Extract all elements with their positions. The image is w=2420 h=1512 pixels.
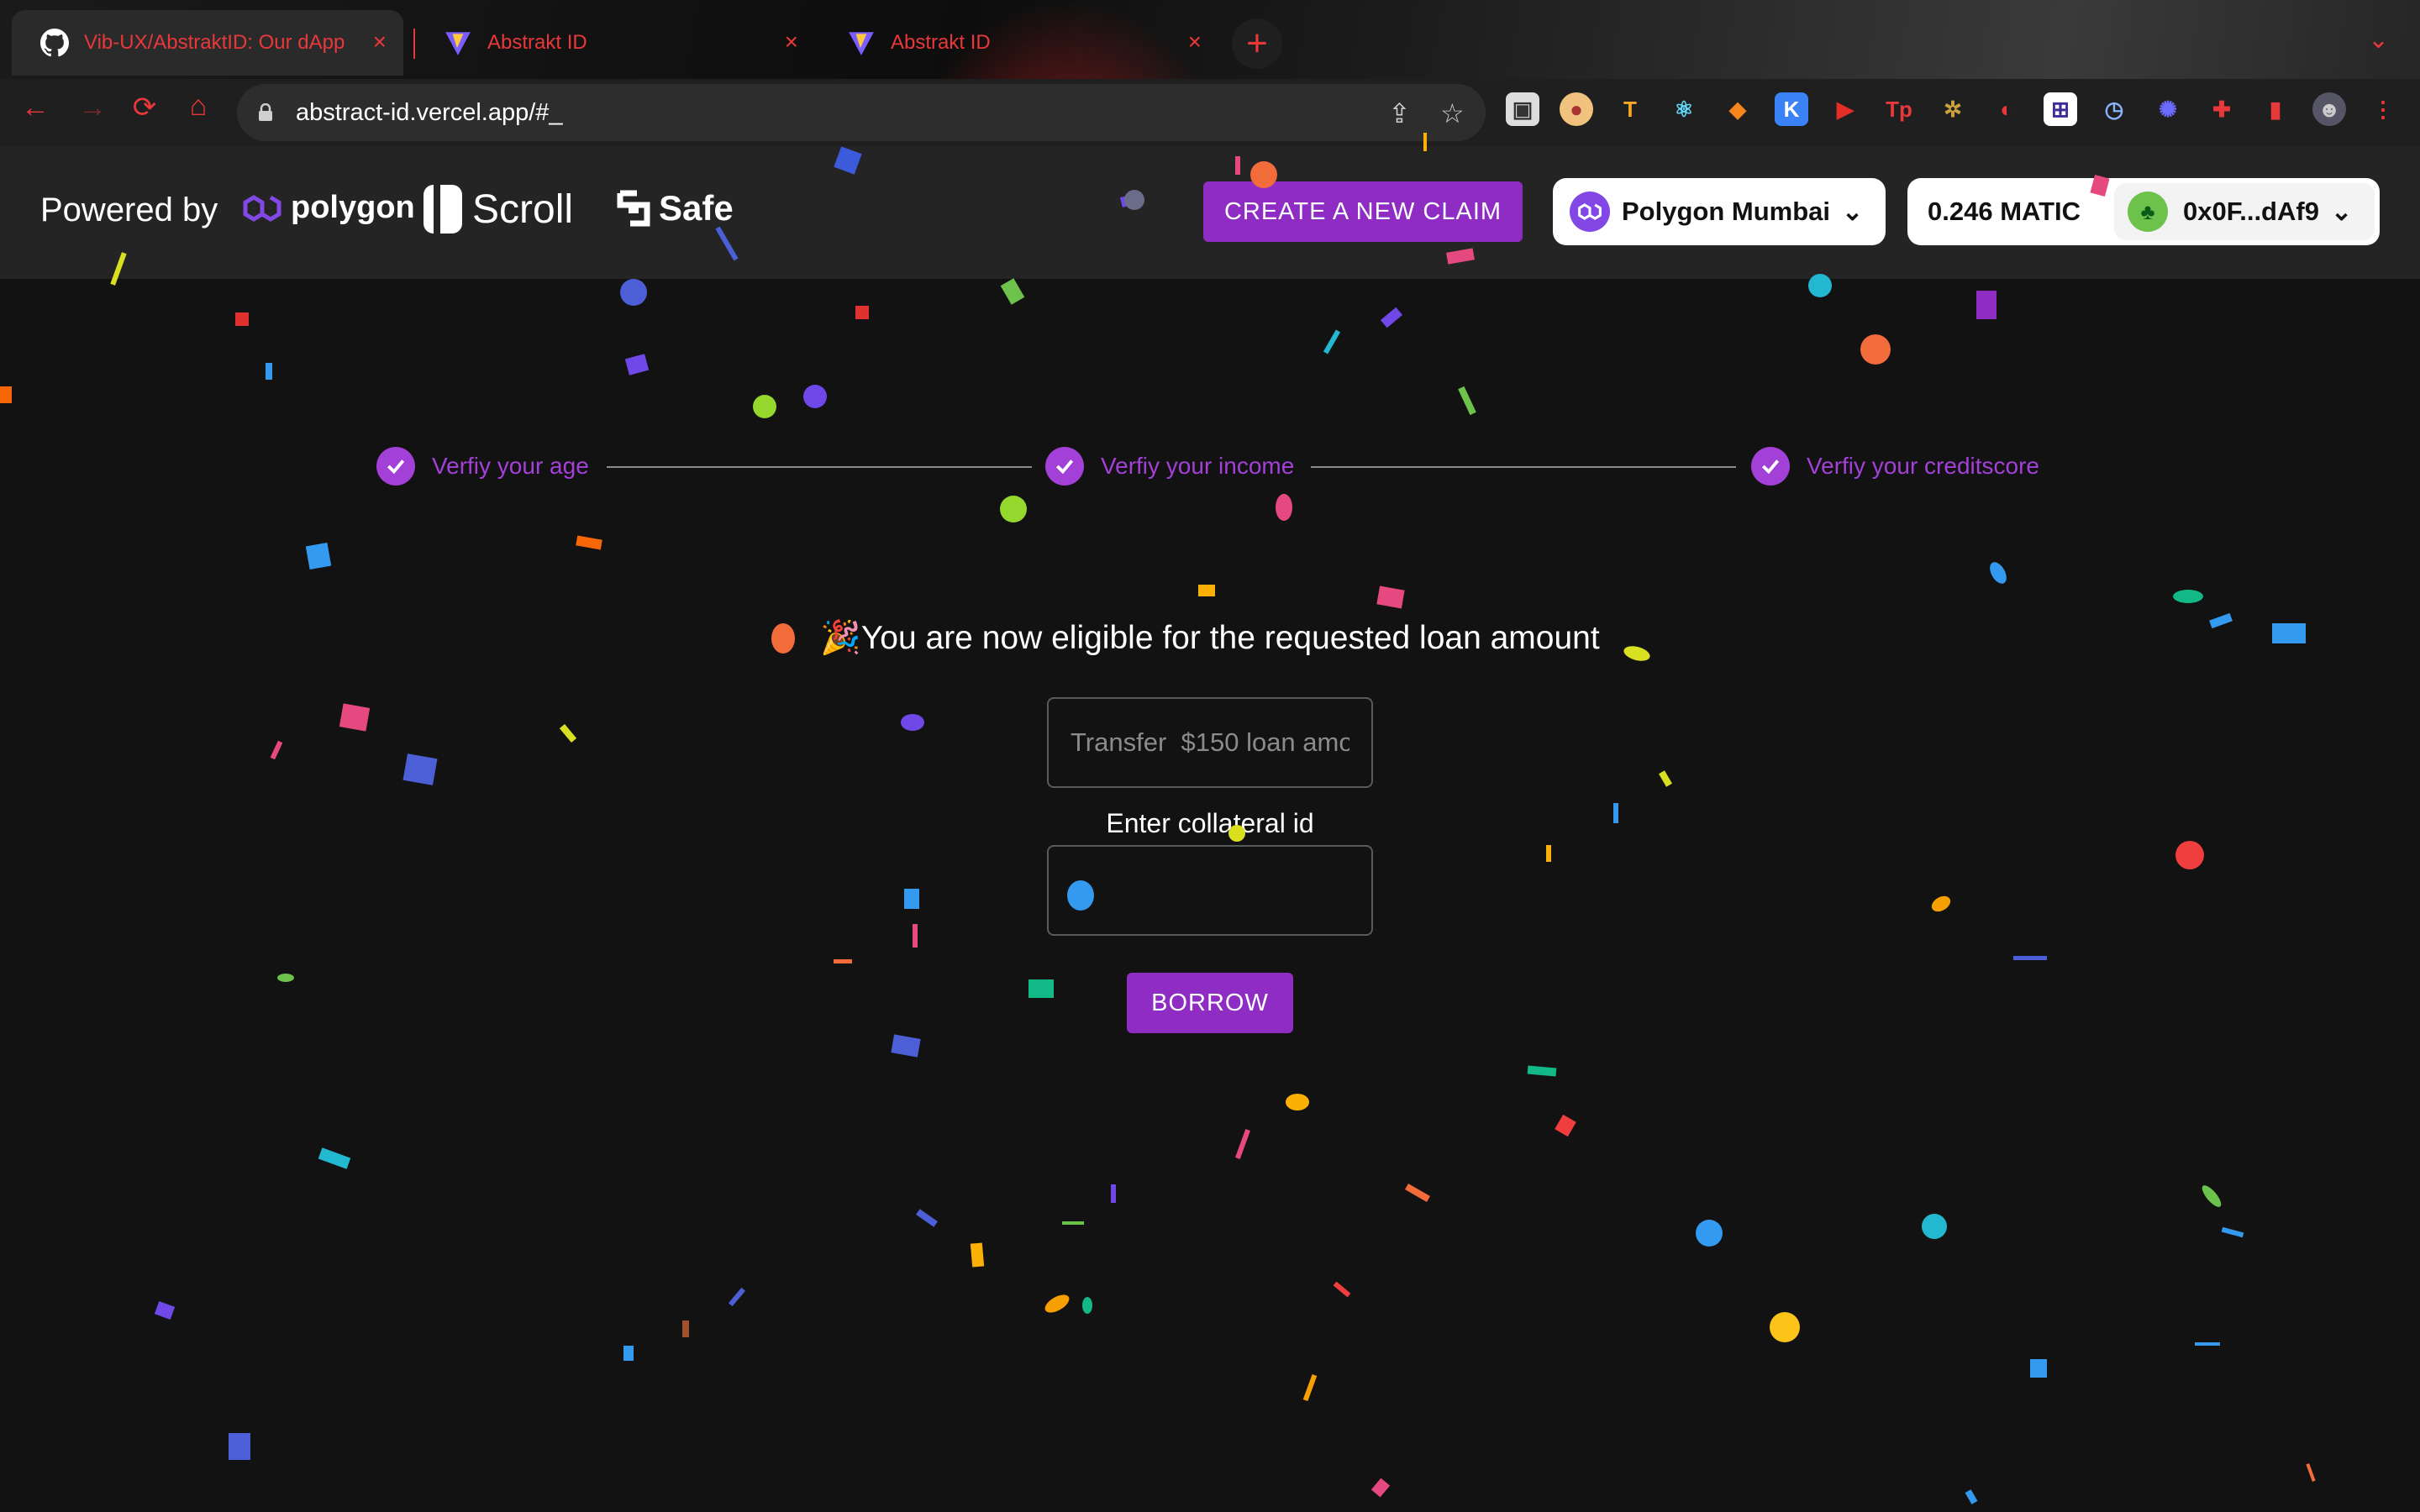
collateral-label: Enter collateral id — [1106, 808, 1314, 838]
scroll-icon — [424, 185, 462, 234]
safe-logo: Safe — [615, 188, 734, 228]
check-icon — [1751, 447, 1790, 486]
lock-icon — [259, 103, 272, 121]
tab-search-chevron-icon[interactable]: ⌄ — [2368, 25, 2389, 55]
extension-youtube-icon[interactable]: ▶ — [1828, 92, 1862, 126]
vite-icon — [847, 29, 876, 57]
polygon-network-icon — [1570, 192, 1610, 232]
extension-tp-icon[interactable]: Tp — [1882, 92, 1916, 126]
url-text: abstract-id.vercel.app/#_ — [296, 98, 563, 126]
collateral-id-field[interactable] — [1047, 845, 1373, 936]
account-avatar: ♣ — [2128, 192, 2168, 232]
scroll-wordmark: Scroll — [472, 186, 574, 232]
safe-wordmark: Safe — [659, 188, 734, 228]
react-devtools-icon[interactable]: ⚛ — [1667, 92, 1701, 126]
browser-menu-icon[interactable]: ⋮ — [2366, 92, 2400, 126]
address-bar[interactable]: abstract-id.vercel.app/#_ ⇪ ☆ — [237, 84, 1486, 141]
polygon-wordmark: polygon — [291, 190, 415, 225]
browser-tab-abstrakt-1[interactable]: Abstrakt ID × — [415, 10, 815, 76]
step-connector — [1311, 466, 1736, 468]
chevron-down-icon: ⌄ — [2330, 197, 2353, 226]
bookmark-star-icon[interactable]: ☆ — [1440, 97, 1465, 129]
step-label: Verfiy your income — [1101, 453, 1295, 479]
extension-darkmode-icon[interactable]: ◐ — [1990, 92, 2023, 126]
step-verify-creditscore: Verfiy your creditscore — [1751, 447, 2039, 486]
chevron-down-icon: ⌄ — [1842, 197, 1864, 226]
polygon-icon — [243, 194, 281, 222]
profile-avatar-icon[interactable]: ☻ — [2312, 92, 2346, 126]
close-tab-icon[interactable]: × — [373, 29, 387, 55]
loan-amount-field[interactable] — [1047, 697, 1373, 788]
extension-bug-icon[interactable]: ✲ — [1936, 92, 1970, 126]
close-tab-icon[interactable]: × — [1188, 29, 1202, 55]
tab-title: Abstrakt ID — [487, 31, 587, 54]
step-connector — [607, 466, 1032, 468]
extension-pill-icon[interactable]: ● — [1560, 92, 1593, 126]
tab-title: Abstrakt ID — [891, 31, 991, 54]
headline-text: You are now eligible for the requested l… — [860, 620, 1600, 656]
tab-title: Vib-UX/AbstraktID: Our dApp — [84, 31, 345, 54]
home-icon[interactable]: ⌂ — [180, 87, 217, 124]
app-header: Powered by polygon Scroll Safe CREATE A … — [0, 146, 2420, 279]
step-verify-income: Verfiy your income — [1045, 447, 1294, 486]
extensions-puzzle-icon[interactable]: ✚ — [2205, 92, 2238, 126]
account-address: 0x0F...dAf9 — [2183, 197, 2319, 226]
browser-tab-abstrakt-2[interactable]: Abstrakt ID × — [818, 10, 1218, 76]
network-selector[interactable]: Polygon Mumbai ⌄ — [1553, 178, 1886, 245]
metamask-icon[interactable]: ◆ — [1721, 92, 1754, 126]
eligibility-headline: 🎉You are now eligible for the requested … — [0, 618, 2420, 657]
scroll-logo: Scroll — [420, 183, 573, 235]
extension-grid-icon[interactable]: ⊞ — [2044, 92, 2077, 126]
vite-icon — [444, 29, 472, 57]
share-icon[interactable]: ⇪ — [1388, 97, 1411, 129]
powered-by-text: Powered by — [40, 192, 218, 228]
reload-icon[interactable]: ⟳ — [126, 89, 163, 126]
balance-text: 0.246 MATIC — [1928, 197, 2081, 226]
polygon-logo: polygon — [242, 190, 415, 226]
account-button[interactable]: 0.246 MATIC ♣ 0x0F...dAf9 ⌄ — [1907, 178, 2380, 245]
back-arrow-icon[interactable]: ← — [17, 89, 54, 126]
extension-notion-icon[interactable]: ▣ — [1506, 92, 1539, 126]
browser-tab-strip: Vib-UX/AbstraktID: Our dApp × Abstrakt I… — [0, 0, 2420, 168]
check-icon — [376, 447, 415, 486]
github-icon — [40, 29, 69, 57]
extension-sparkle-icon[interactable]: ✺ — [2151, 92, 2185, 126]
sidebar-toggle-icon[interactable]: ▮ — [2259, 92, 2292, 126]
extension-hammer-icon[interactable]: T — [1613, 92, 1647, 126]
close-tab-icon[interactable]: × — [785, 29, 798, 55]
step-label: Verfiy your creditscore — [1807, 453, 2039, 479]
browser-tab-github[interactable]: Vib-UX/AbstraktID: Our dApp × — [12, 10, 403, 76]
extension-k-icon[interactable]: K — [1775, 92, 1808, 126]
account-pill[interactable]: ♣ 0x0F...dAf9 ⌄ — [2114, 183, 2375, 240]
create-claim-button[interactable]: CREATE A NEW CLAIM — [1203, 181, 1523, 242]
step-verify-age: Verfiy your age — [376, 447, 589, 486]
step-label: Verfiy your age — [432, 453, 589, 479]
safe-icon — [617, 190, 650, 227]
new-tab-button[interactable]: + — [1232, 18, 1282, 69]
extension-clock-icon[interactable]: ◷ — [2097, 92, 2131, 126]
loan-amount-input[interactable] — [1049, 699, 1371, 786]
forward-arrow-icon[interactable]: → — [74, 89, 111, 126]
check-icon — [1045, 447, 1084, 486]
party-popper-icon: 🎉 — [820, 620, 861, 656]
borrow-button[interactable]: BORROW — [1127, 973, 1293, 1033]
network-label: Polygon Mumbai — [1622, 197, 1830, 226]
collateral-id-input[interactable] — [1049, 847, 1371, 934]
